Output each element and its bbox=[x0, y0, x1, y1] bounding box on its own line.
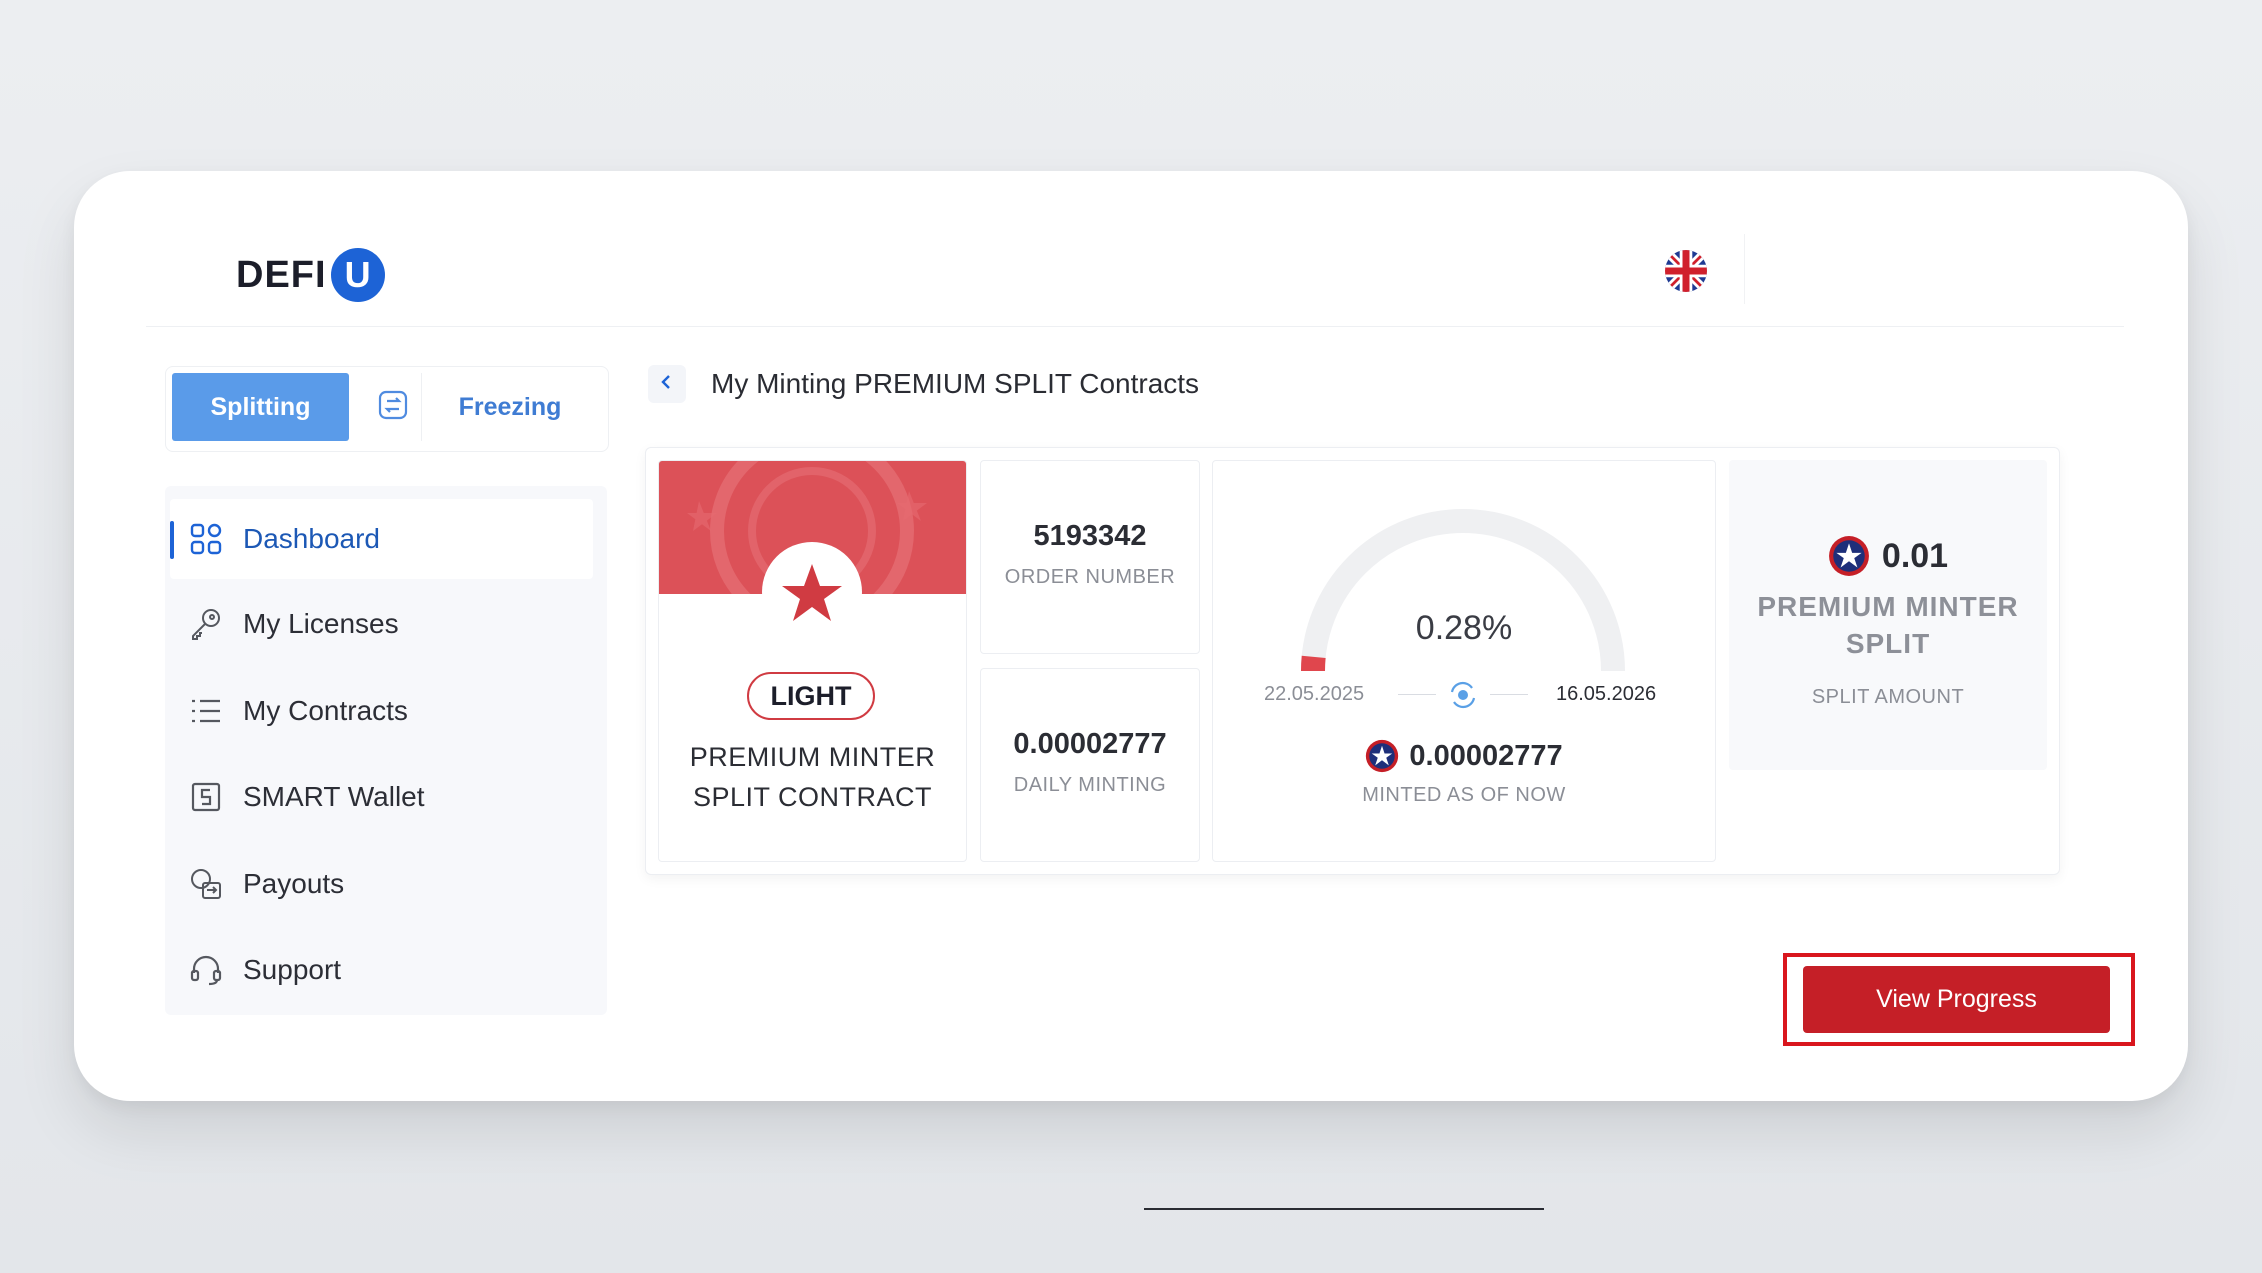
page-title: My Minting PREMIUM SPLIT Contracts bbox=[711, 368, 1200, 399]
freezing-tab[interactable]: Freezing bbox=[421, 373, 598, 441]
split-amount-tile: 0.01 PREMIUM MINTER SPLIT SPLIT AMOUNT bbox=[1729, 460, 2047, 770]
app-window: DEFI U Splitting Freezing Dashboard My L… bbox=[74, 171, 2188, 1210]
split-name: PREMIUM MINTER SPLIT bbox=[1729, 588, 2047, 662]
license-name-line2: SPLIT CONTRACT bbox=[692, 782, 933, 812]
back-button[interactable] bbox=[648, 365, 686, 403]
uk-flag-icon[interactable] bbox=[1665, 250, 1707, 292]
progress-percent: 0.28% bbox=[1415, 609, 1513, 647]
sidebar-item-support[interactable]: Support bbox=[170, 930, 593, 1010]
sidebar-item-label: Dashboard bbox=[243, 523, 380, 554]
progress-tile: 0.28% 22.05.2025 16.05.2026 0.00002777 M… bbox=[1212, 460, 1716, 862]
timeline-line-right bbox=[1490, 694, 1528, 695]
license-name-line1: PREMIUM MINTER bbox=[689, 742, 936, 772]
splitting-tab[interactable]: Splitting bbox=[172, 373, 349, 441]
sidebar-item-smart-wallet[interactable]: SMART Wallet bbox=[170, 757, 593, 837]
chevron-left-icon bbox=[658, 373, 676, 396]
sidebar-item-label: Payouts bbox=[243, 868, 345, 899]
topbar-divider bbox=[1744, 234, 1745, 304]
minted-row: 0.00002777 bbox=[1213, 739, 1715, 773]
minted-value: 0.00002777 bbox=[1409, 739, 1563, 772]
headset-icon bbox=[189, 953, 223, 987]
sidebar-item-dashboard[interactable]: Dashboard bbox=[170, 499, 593, 579]
start-date: 22.05.2025 bbox=[1264, 683, 1365, 705]
payout-icon bbox=[189, 867, 223, 901]
top-bar: DEFI U bbox=[146, 171, 2124, 327]
sidebar-item-my-contracts[interactable]: My Contracts bbox=[170, 671, 593, 751]
wallet-icon bbox=[189, 780, 223, 814]
sidebar-item-label: My Licenses bbox=[243, 608, 399, 639]
list-icon bbox=[189, 694, 223, 728]
coin-icon bbox=[1828, 535, 1870, 577]
star-icon bbox=[762, 542, 862, 642]
split-amount-label: SPLIT AMOUNT bbox=[1811, 686, 1965, 708]
logo[interactable]: DEFI U bbox=[236, 248, 385, 302]
split-name-line1: PREMIUM MINTER bbox=[1757, 591, 2019, 622]
sidebar-item-my-licenses[interactable]: My Licenses bbox=[170, 584, 593, 664]
sync-icon bbox=[1448, 680, 1478, 710]
order-number-value: 5193342 bbox=[1033, 520, 1147, 552]
sidebar: Dashboard My Licenses My Contracts SMART… bbox=[165, 486, 607, 1015]
sidebar-item-label: Support bbox=[243, 954, 342, 985]
logo-text: DEFI bbox=[236, 253, 327, 296]
sidebar-item-label: SMART Wallet bbox=[243, 781, 425, 812]
timeline-line-left bbox=[1398, 694, 1436, 695]
mode-toggle: Splitting Freezing bbox=[165, 366, 609, 452]
logo-mark: U bbox=[330, 248, 385, 302]
split-amount-value: 0.01 bbox=[1881, 536, 1949, 575]
key-icon bbox=[189, 607, 223, 641]
sidebar-item-payouts[interactable]: Payouts bbox=[170, 844, 593, 924]
coin-icon bbox=[1365, 739, 1399, 773]
daily-minting-value: 0.00002777 bbox=[1013, 728, 1167, 760]
view-progress-button[interactable]: View Progress bbox=[1803, 966, 2110, 1033]
order-number-label: ORDER NUMBER bbox=[1004, 566, 1176, 588]
bottom-divider bbox=[1144, 1208, 1544, 1210]
progress-gauge bbox=[1301, 509, 1625, 672]
split-amount-row: 0.01 bbox=[1729, 535, 2047, 577]
minted-label: MINTED AS OF NOW bbox=[1362, 784, 1566, 806]
contract-card: LIGHT PREMIUM MINTER SPLIT CONTRACT 5193… bbox=[645, 447, 2060, 875]
daily-minting-label: DAILY MINTING bbox=[1013, 774, 1167, 796]
license-tile: LIGHT PREMIUM MINTER SPLIT CONTRACT bbox=[658, 460, 967, 862]
license-tier-badge: LIGHT bbox=[747, 672, 875, 720]
license-name: PREMIUM MINTER SPLIT CONTRACT bbox=[659, 737, 966, 817]
order-number-tile: 5193342 ORDER NUMBER bbox=[980, 460, 1200, 654]
sidebar-item-label: My Contracts bbox=[243, 695, 408, 726]
split-name-line2: SPLIT bbox=[1845, 628, 1931, 659]
daily-minting-tile: 0.00002777 DAILY MINTING bbox=[980, 668, 1200, 862]
swap-icon[interactable] bbox=[377, 389, 409, 421]
grid-icon bbox=[189, 522, 223, 556]
end-date: 16.05.2026 bbox=[1556, 683, 1657, 705]
